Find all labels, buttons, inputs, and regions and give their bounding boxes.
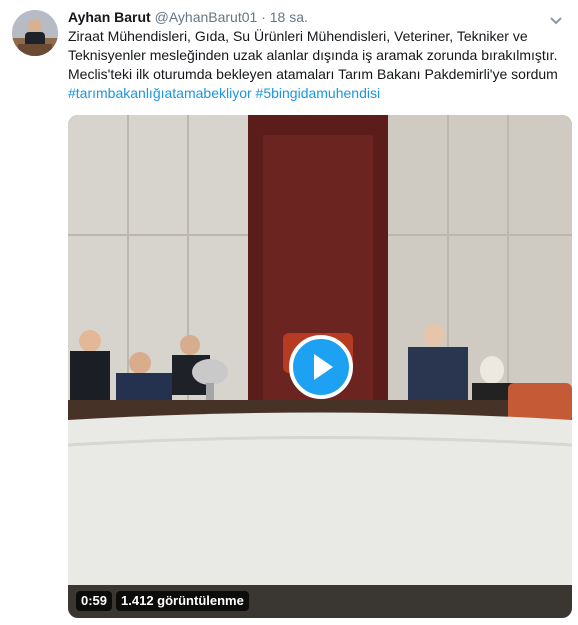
hashtag-link-2[interactable]: #5bingidamuhendisi bbox=[256, 85, 381, 101]
chevron-down-icon[interactable] bbox=[550, 12, 562, 25]
video-views-badge: 1.412 görüntülenme bbox=[116, 591, 249, 611]
play-icon bbox=[314, 354, 333, 380]
tweet-card: Ayhan Barut @AyhanBarut01 · 18 sa. Ziraa… bbox=[0, 0, 578, 625]
tweet-header: Ayhan Barut @AyhanBarut01 · 18 sa. bbox=[68, 8, 308, 26]
author-handle[interactable]: @AyhanBarut01 bbox=[155, 9, 258, 25]
play-button[interactable] bbox=[289, 335, 353, 399]
tweet-text-paragraph-1: Ziraat Mühendisleri, Gıda, Su Ürünleri M… bbox=[68, 28, 558, 63]
separator-dot: · bbox=[261, 9, 266, 25]
video-player[interactable]: 0:59 1.412 görüntülenme bbox=[68, 115, 572, 618]
avatar[interactable] bbox=[12, 10, 58, 56]
tweet-text-paragraph-2: Meclis'teki ilk oturumda bekleyen atamal… bbox=[68, 66, 558, 82]
video-badges: 0:59 1.412 görüntülenme bbox=[76, 591, 249, 611]
tweet-text: Ziraat Mühendisleri, Gıda, Su Ürünleri M… bbox=[68, 27, 568, 103]
hashtags: #tarımbakanlığıatamabekliyor #5bingidamu… bbox=[68, 84, 568, 103]
video-duration-badge: 0:59 bbox=[76, 591, 113, 611]
author-name[interactable]: Ayhan Barut bbox=[68, 9, 151, 25]
avatar-image bbox=[12, 10, 58, 56]
hashtag-link-1[interactable]: #tarımbakanlığıatamabekliyor bbox=[68, 85, 252, 101]
tweet-timestamp[interactable]: 18 sa. bbox=[270, 9, 308, 25]
